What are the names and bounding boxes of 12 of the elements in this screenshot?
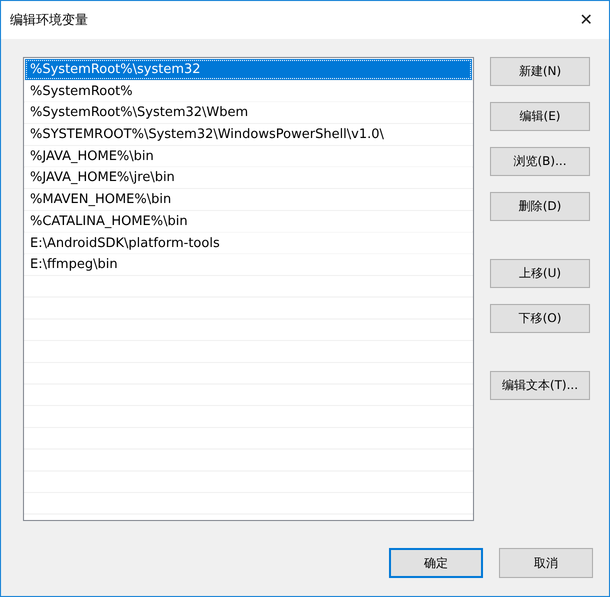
action-button[interactable]: 编辑文本(T)... [490,371,590,400]
path-item[interactable]: %SystemRoot%\system32 [25,59,472,80]
action-button[interactable]: 浏览(B)... [490,147,590,176]
close-button[interactable]: ✕ [563,1,609,39]
window-title: 编辑环境变量 [10,12,88,29]
ok-button[interactable]: 确定 [389,548,483,578]
action-button[interactable]: 编辑(E) [490,102,590,131]
cancel-button[interactable]: 取消 [499,548,593,578]
action-button[interactable]: 下移(O) [490,304,590,333]
action-button[interactable]: 删除(D) [490,192,590,221]
action-button[interactable]: 新建(N) [490,57,590,86]
action-button[interactable]: 上移(U) [490,259,590,288]
